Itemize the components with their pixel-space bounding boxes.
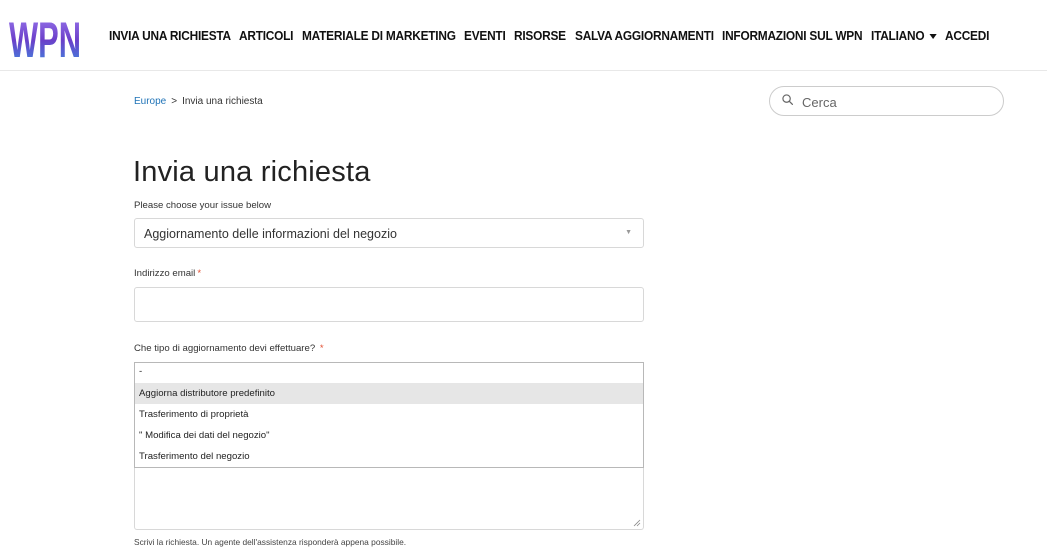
issue-label: Please choose your issue below (134, 200, 272, 211)
caret-down-icon (929, 34, 937, 40)
chevron-down-icon: ▼ (625, 229, 632, 236)
email-field[interactable] (134, 287, 644, 322)
dropdown-option-highlighted[interactable]: Aggiorna distributore predefinito (135, 383, 643, 404)
search-box[interactable] (769, 86, 1004, 116)
resize-grip-icon[interactable] (633, 519, 641, 527)
required-marker: * (197, 268, 202, 279)
email-label: Indirizzo email * (134, 268, 201, 279)
dropdown-option[interactable]: " Modifica dei dati del negozio" (135, 425, 643, 446)
nav-marketing-material[interactable]: MATERIALE DI MARKETING (302, 28, 456, 43)
page-title: Invia una richiesta (133, 156, 371, 188)
language-label: ITALIANO (870, 28, 925, 43)
nav-about-wpn[interactable]: INFORMAZIONI SUL WPN (722, 28, 863, 43)
issue-select-value: Aggiornamento delle informazioni del neg… (144, 227, 397, 241)
required-marker: * (319, 343, 324, 354)
description-textarea[interactable] (134, 468, 644, 530)
email-label-text: Indirizzo email (134, 268, 196, 279)
nav-submit-request[interactable]: INVIA UNA RICHIESTA (109, 28, 231, 43)
main-nav: INVIA UNA RICHIESTA ARTICOLI MATERIALE D… (109, 28, 998, 43)
breadcrumb-current: Invia una richiesta (182, 96, 263, 107)
breadcrumb: Europe > Invia una richiesta (134, 96, 263, 107)
dropdown-option[interactable]: Trasferimento del negozio (135, 446, 643, 467)
breadcrumb-separator: > (171, 96, 178, 107)
update-type-label-text: Che tipo di aggiornamento devi effettuar… (134, 343, 316, 354)
site-header: WPN INVIA UNA RICHIESTA ARTICOLI MATERIA… (0, 0, 1047, 71)
nav-resources[interactable]: RISORSE (514, 28, 566, 43)
nav-articles[interactable]: ARTICOLI (239, 28, 293, 43)
search-icon (782, 94, 793, 105)
wpn-logo[interactable]: WPN (8, 11, 82, 63)
search-input[interactable] (800, 91, 994, 113)
dropdown-option[interactable]: - (135, 363, 643, 383)
update-type-dropdown-list: - Aggiorna distributore predefinito Tras… (134, 362, 644, 468)
nav-save-updates[interactable]: SALVA AGGIORNAMENTI (575, 28, 714, 43)
breadcrumb-link-europe[interactable]: Europe (134, 96, 166, 107)
language-dropdown[interactable]: ITALIANO (870, 28, 937, 43)
issue-select[interactable]: Aggiornamento delle informazioni del neg… (134, 218, 644, 248)
dropdown-option[interactable]: Trasferimento di proprietà (135, 404, 643, 425)
update-type-label: Che tipo di aggiornamento devi effettuar… (134, 343, 324, 354)
svg-text:WPN: WPN (9, 12, 81, 63)
signin-link[interactable]: ACCEDI (945, 28, 989, 43)
nav-events[interactable]: EVENTI (464, 28, 506, 43)
